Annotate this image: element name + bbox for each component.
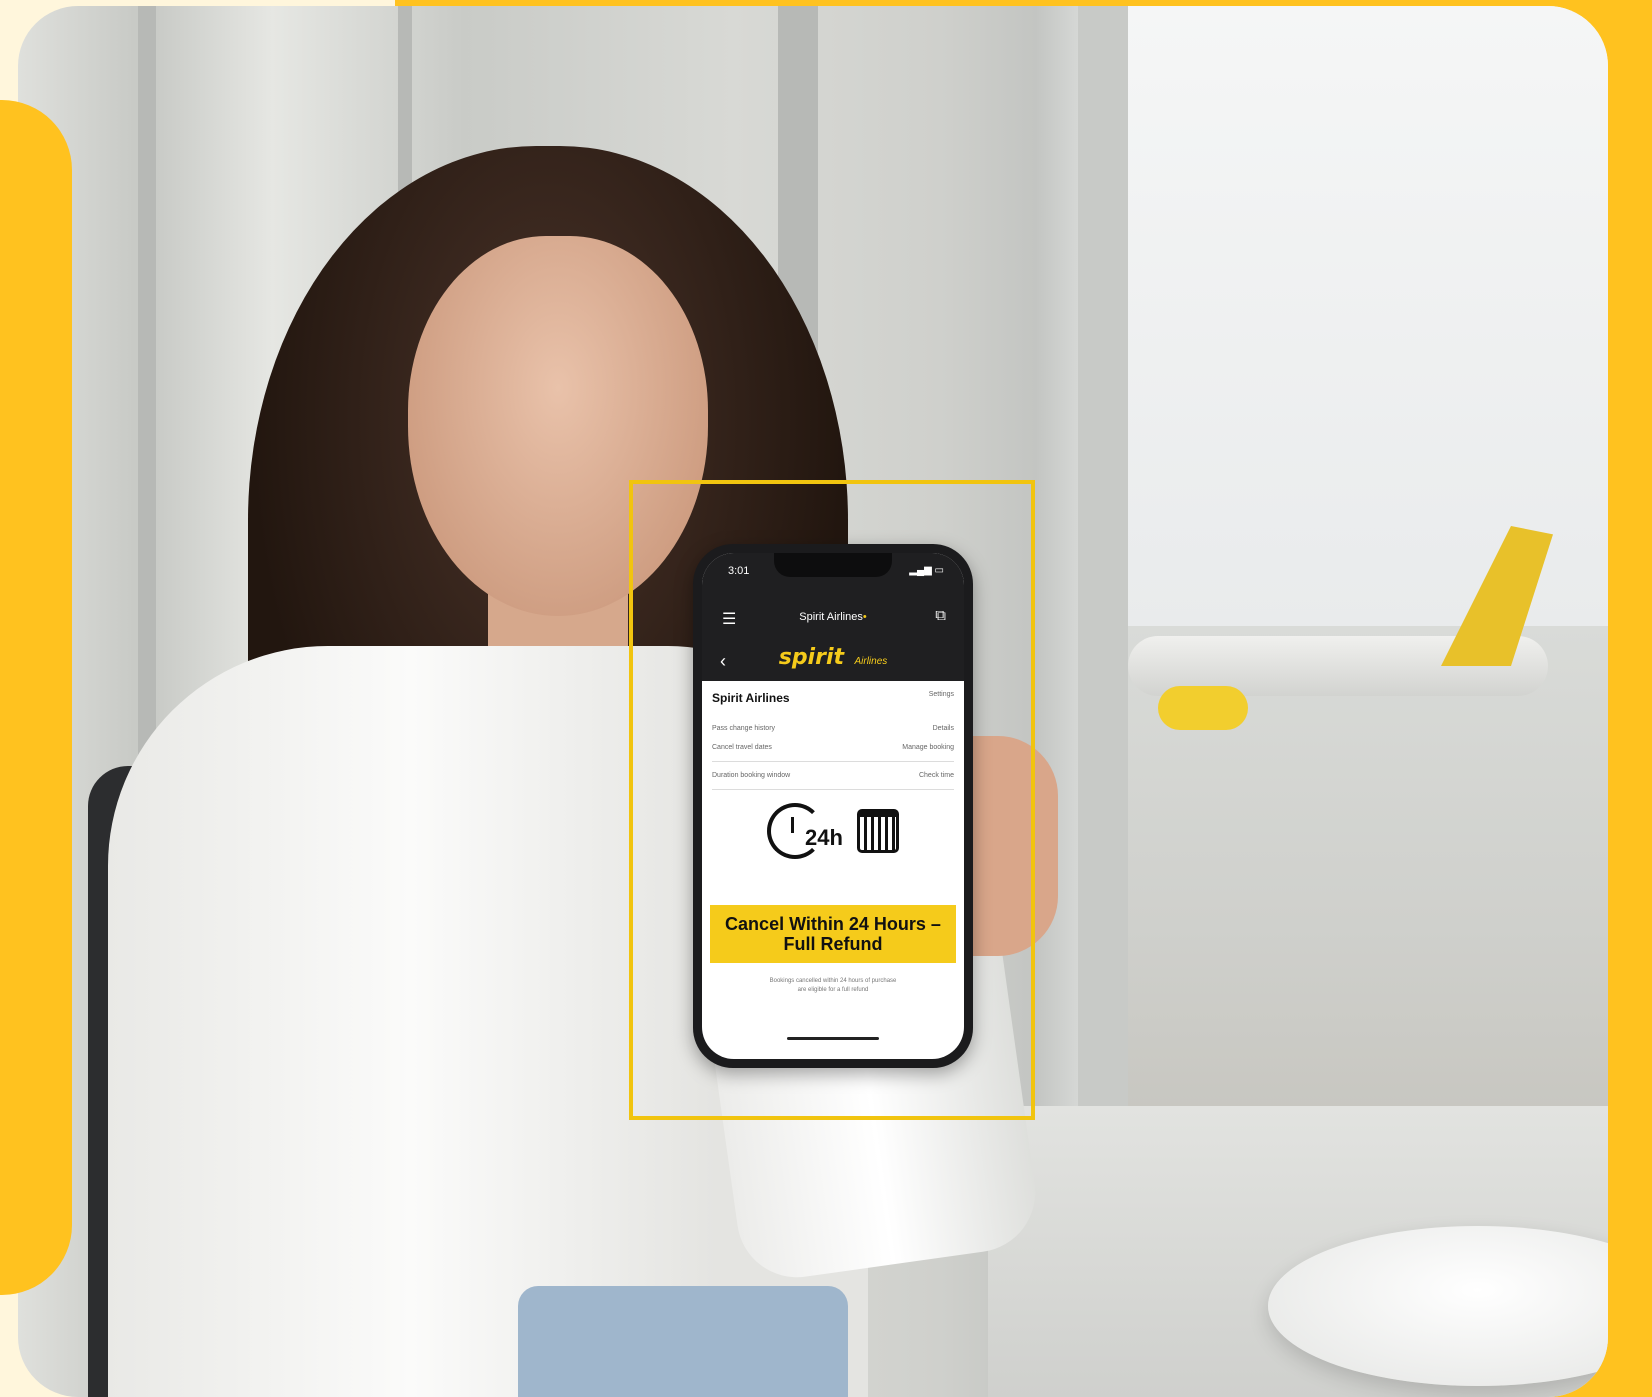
- fine-print: Bookings cancelled within 24 hours of pu…: [702, 977, 964, 995]
- booking-list: Spirit Airlines Settings Pass change his…: [702, 681, 964, 794]
- cta-line-2: Full Refund: [783, 934, 883, 954]
- fine-print-line: are eligible for a full refund: [797, 987, 869, 993]
- list-item[interactable]: Cancel travel dates Manage booking: [702, 738, 964, 757]
- list-item[interactable]: Duration booking window Check time: [702, 766, 964, 785]
- yellow-side-tab: [0, 100, 72, 1295]
- list-item-label: Duration booking window: [712, 772, 791, 779]
- list-header: Spirit Airlines Settings: [702, 681, 964, 719]
- divider: [712, 761, 954, 762]
- app-title: Spirit Airlines•: [799, 611, 867, 623]
- calendar-icon: [857, 809, 900, 853]
- smartphone: 3:01 ▂▄▆ ▭ ☰ Spirit Airlines• ⧉ ‹ spirit…: [693, 544, 973, 1068]
- phone-notch: [774, 553, 892, 577]
- cta-line-1: Cancel Within 24 Hours –: [725, 914, 941, 934]
- list-item-label: Cancel travel dates: [712, 744, 772, 751]
- fine-print-line: Bookings cancelled within 24 hours of pu…: [769, 978, 897, 984]
- list-item-value: Manage booking: [902, 744, 954, 751]
- brand-sub-text: Airlines: [854, 656, 888, 667]
- list-item-label: Pass change history: [712, 725, 776, 732]
- signal-battery-icon: ▂▄▆ ▭: [909, 565, 944, 576]
- cancel-refund-button[interactable]: Cancel Within 24 Hours – Full Refund: [710, 905, 956, 963]
- share-icon[interactable]: ⧉: [935, 607, 946, 624]
- phone-screen: 3:01 ▂▄▆ ▭ ☰ Spirit Airlines• ⧉ ‹ spirit…: [702, 553, 964, 1059]
- brand-logo: spirit Airlines: [702, 645, 964, 670]
- app-header: 3:01 ▂▄▆ ▭ ☰ Spirit Airlines• ⧉ ‹ spirit…: [702, 553, 964, 681]
- clock-icon: [766, 803, 823, 859]
- brand-logo-text: spirit: [778, 645, 845, 670]
- airplane-engine: [1158, 686, 1248, 730]
- window-frame: [1078, 6, 1128, 1106]
- list-header-title: Spirit Airlines: [712, 691, 790, 705]
- refund-icon-group: 24h: [702, 803, 964, 873]
- list-item-value: Details: [932, 725, 954, 732]
- list-item[interactable]: Pass change history Details: [702, 719, 964, 738]
- divider: [712, 789, 954, 790]
- status-time: 3:01: [728, 565, 750, 577]
- home-indicator[interactable]: [787, 1037, 879, 1040]
- woman-jeans: [518, 1286, 848, 1397]
- list-header-action[interactable]: Settings: [929, 691, 954, 705]
- list-item-value: Check time: [918, 772, 954, 779]
